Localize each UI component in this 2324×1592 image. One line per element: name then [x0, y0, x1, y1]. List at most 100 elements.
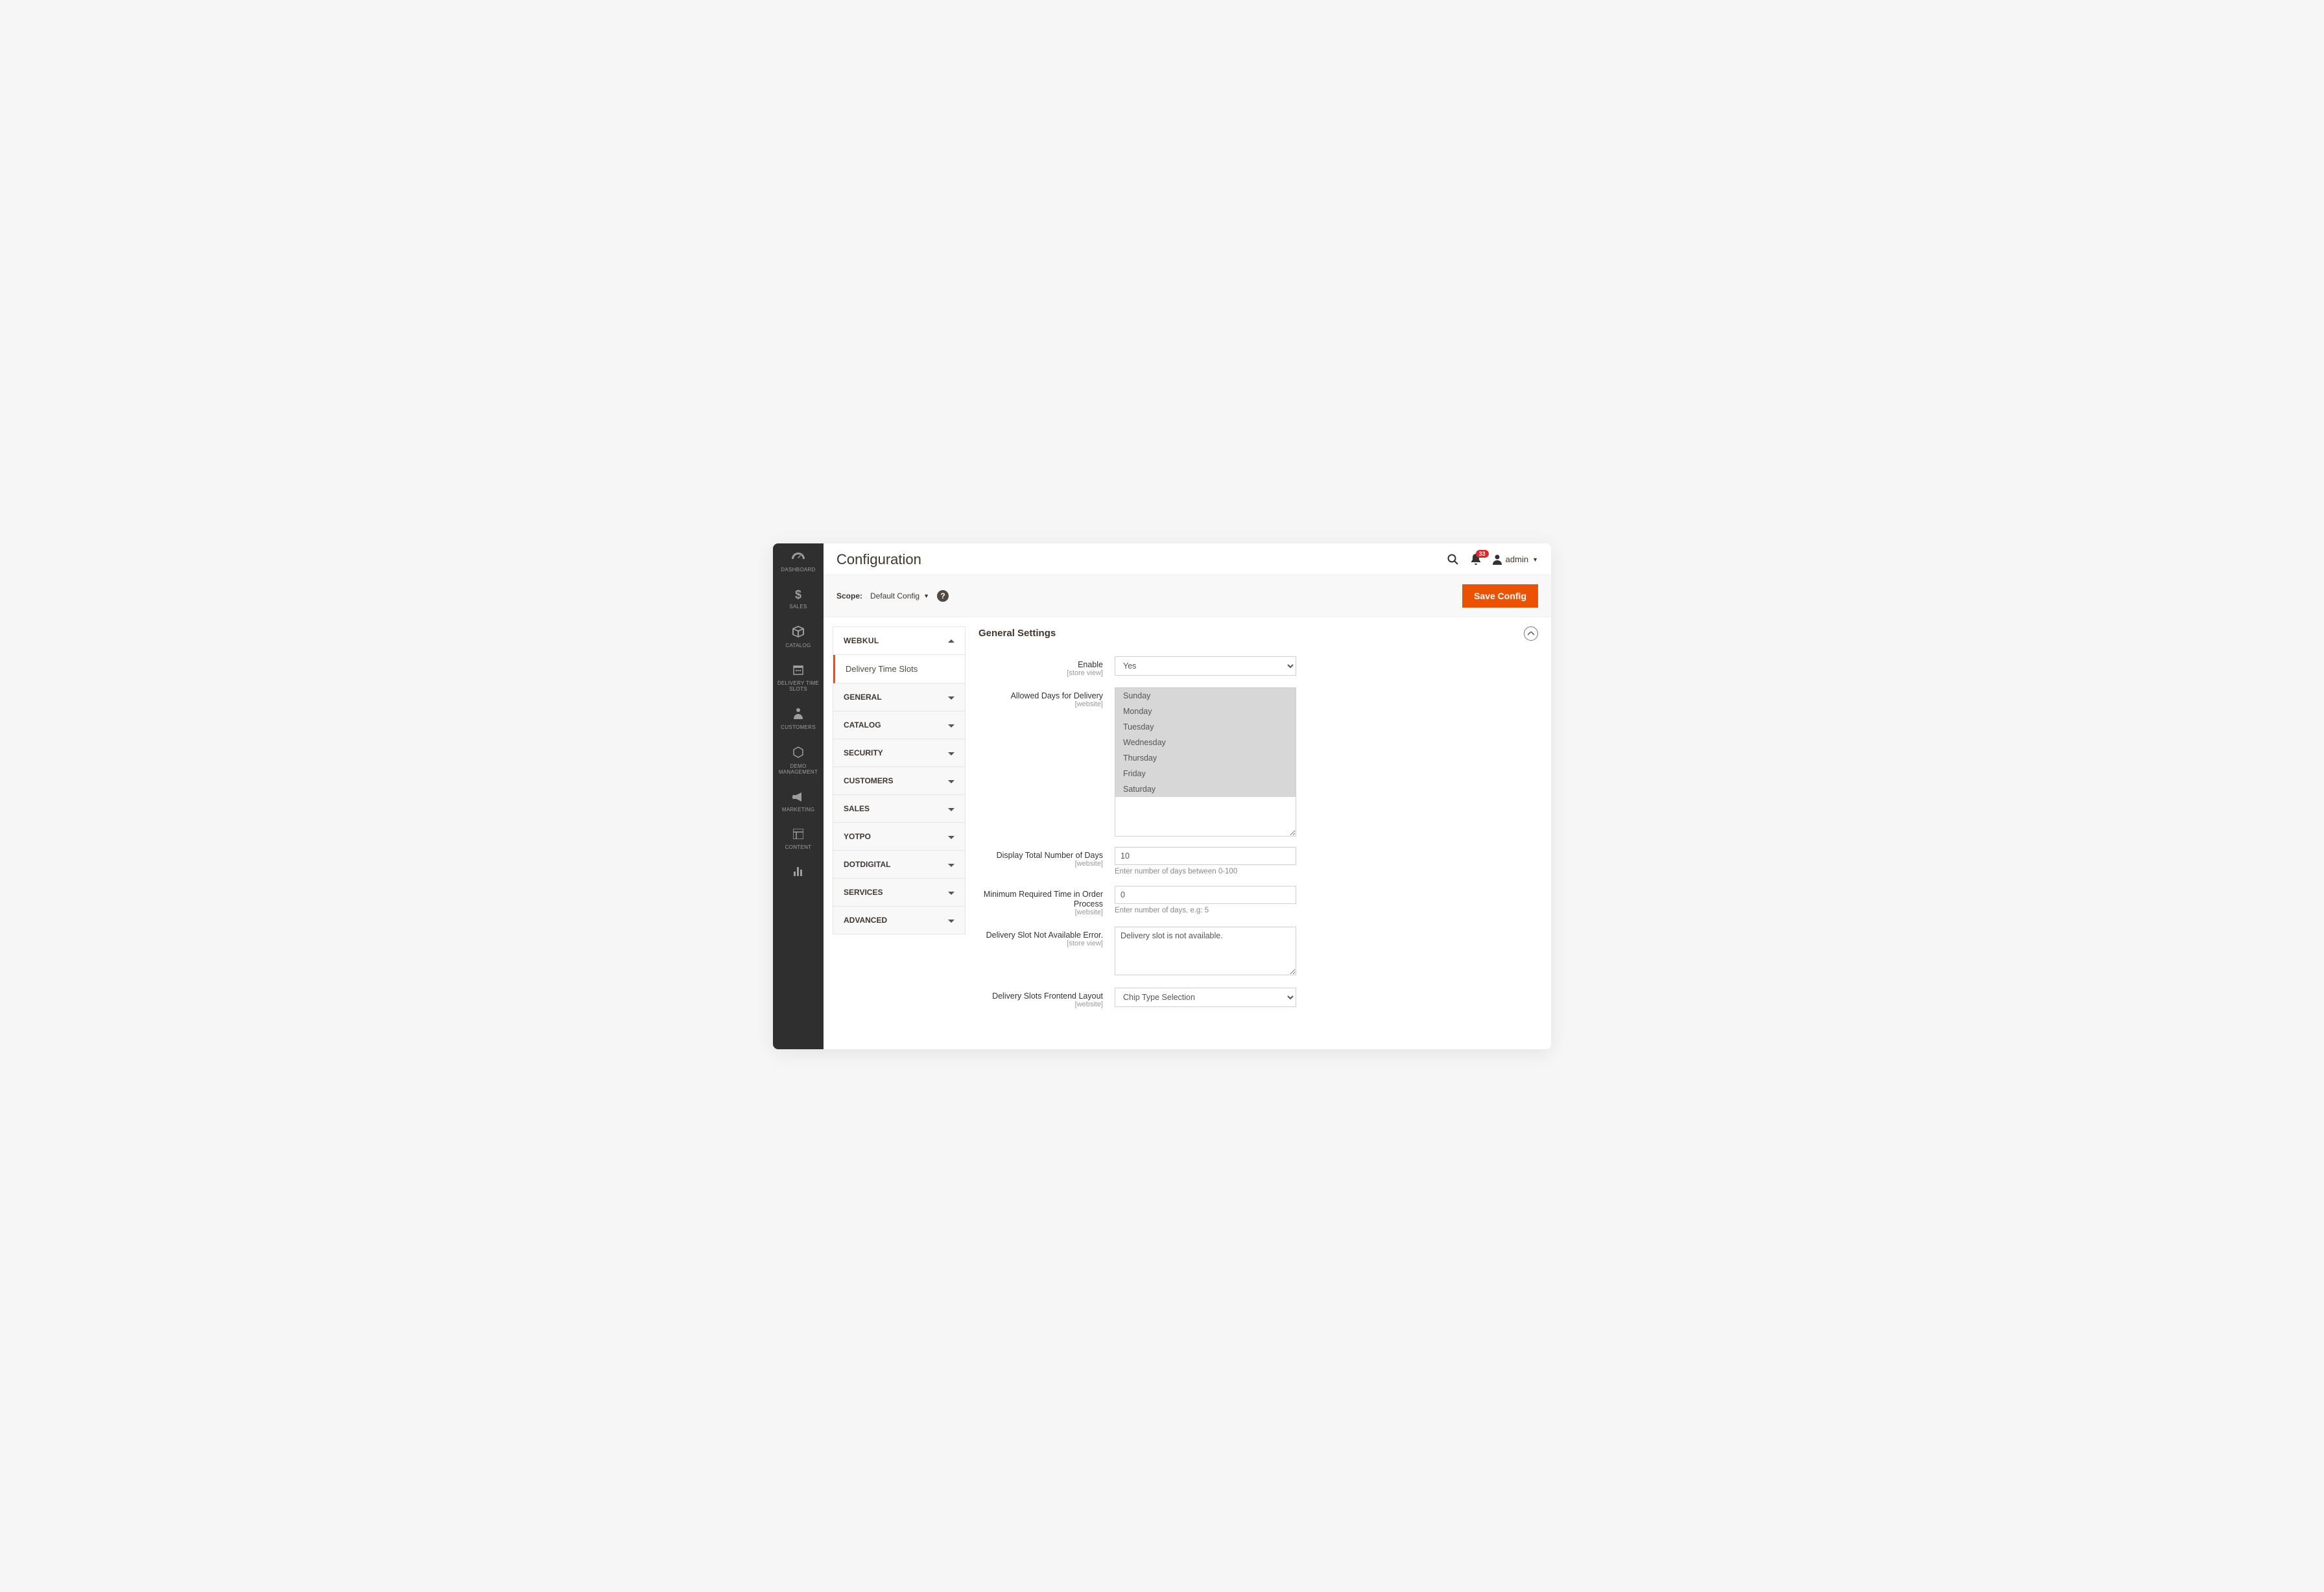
chevron-down-icon: ▼	[1532, 556, 1538, 563]
day-option[interactable]: Thursday	[1115, 750, 1296, 766]
field-label: Minimum Required Time in Order Process	[984, 890, 1103, 909]
scope-selector[interactable]: Default Config ▼	[870, 591, 929, 600]
field-control-col: Chip Type Selection	[1115, 988, 1296, 1007]
sidebar-item-sales[interactable]: $ SALES	[773, 580, 824, 618]
field-scope: [website]	[978, 1001, 1103, 1008]
field-label-col: Display Total Number of Days [website]	[978, 847, 1115, 868]
person-icon	[794, 707, 803, 722]
hexagon-icon	[792, 746, 804, 761]
notif-badge: 33	[1476, 550, 1489, 558]
chevron-down-icon	[948, 693, 954, 702]
sidebar-label: DELIVERY TIME SLOTS	[776, 681, 821, 693]
sidebar-item-catalog[interactable]: CATALOG	[773, 618, 824, 657]
sidebar-label: CATALOG	[785, 643, 811, 649]
day-option[interactable]: Sunday	[1115, 688, 1296, 704]
admin-sidebar: DASHBOARD $ SALES CATALOG DELIVERY TIME …	[773, 543, 824, 1049]
notifications-icon[interactable]: 33	[1471, 554, 1481, 565]
chevron-down-icon: ▼	[923, 593, 929, 599]
user-icon	[1493, 554, 1502, 565]
scope-value: Default Config	[870, 591, 919, 600]
tab-group-label: GENERAL	[844, 693, 882, 702]
chevron-down-icon	[948, 748, 954, 757]
tab-group-advanced[interactable]: ADVANCED	[833, 907, 965, 934]
field-control-col: Yes	[1115, 656, 1296, 676]
min-time-input[interactable]	[1115, 886, 1296, 904]
user-menu[interactable]: admin ▼	[1493, 554, 1538, 565]
sidebar-label: SALES	[789, 604, 807, 610]
tab-group-webkul[interactable]: WEBKUL	[833, 627, 965, 655]
sidebar-item-marketing[interactable]: MARKETING	[773, 783, 824, 821]
multiselect-whitespace	[1115, 797, 1296, 837]
field-control-col: Delivery slot is not available.	[1115, 927, 1296, 977]
field-label-col: Enable [store view]	[978, 656, 1115, 677]
field-control-col: Enter number of days between 0-100	[1115, 847, 1296, 875]
enable-select[interactable]: Yes	[1115, 656, 1296, 676]
tab-item-delivery-time-slots[interactable]: Delivery Time Slots	[833, 655, 965, 683]
tab-group-general[interactable]: GENERAL	[833, 683, 965, 711]
dollar-icon: $	[795, 588, 801, 602]
tab-group-dotdigital[interactable]: DOTDIGITAL	[833, 851, 965, 879]
sidebar-label: CONTENT	[785, 845, 812, 851]
tab-group-label: CATALOG	[844, 720, 881, 730]
day-option[interactable]: Wednesday	[1115, 735, 1296, 750]
na-error-textarea[interactable]: Delivery slot is not available.	[1115, 927, 1296, 975]
field-layout: Delivery Slots Frontend Layout [website]…	[978, 988, 1538, 1008]
field-label-col: Minimum Required Time in Order Process […	[978, 886, 1115, 916]
sidebar-item-delivery-time-slots[interactable]: DELIVERY TIME SLOTS	[773, 657, 824, 700]
day-option[interactable]: Tuesday	[1115, 719, 1296, 735]
tab-group-security[interactable]: SECURITY	[833, 739, 965, 767]
field-allowed-days: Allowed Days for Delivery [website] Sund…	[978, 687, 1538, 837]
tab-group-label: WEBKUL	[844, 636, 879, 645]
field-hint: Enter number of days, e.g: 5	[1115, 907, 1296, 914]
field-label-col: Delivery Slots Frontend Layout [website]	[978, 988, 1115, 1008]
field-scope: [store view]	[978, 940, 1103, 947]
collapse-icon[interactable]	[1524, 626, 1538, 641]
field-scope: [website]	[978, 909, 1103, 916]
tab-group-label: SERVICES	[844, 888, 883, 897]
sidebar-item-content[interactable]: CONTENT	[773, 821, 824, 859]
tab-group-sales[interactable]: SALES	[833, 795, 965, 823]
field-control-col: Enter number of days, e.g: 5	[1115, 886, 1296, 914]
sidebar-item-demo-management[interactable]: DEMO MANAGEMENT	[773, 739, 824, 783]
day-option[interactable]: Friday	[1115, 766, 1296, 781]
save-config-button[interactable]: Save Config	[1462, 584, 1538, 608]
field-enable: Enable [store view] Yes	[978, 656, 1538, 677]
tab-group-catalog[interactable]: CATALOG	[833, 711, 965, 739]
tab-group-customers[interactable]: CUSTOMERS	[833, 767, 965, 795]
tab-group-services[interactable]: SERVICES	[833, 879, 965, 907]
layout-select[interactable]: Chip Type Selection	[1115, 988, 1296, 1007]
header: Configuration 33 admin ▼	[824, 543, 1551, 575]
field-scope: [website]	[978, 700, 1103, 708]
total-days-input[interactable]	[1115, 847, 1296, 865]
field-na-error: Delivery Slot Not Available Error. [stor…	[978, 927, 1538, 977]
tab-group-label: SECURITY	[844, 748, 883, 757]
field-scope: [store view]	[978, 669, 1103, 677]
section-title: General Settings	[978, 628, 1056, 639]
tab-group-yotpo[interactable]: YOTPO	[833, 823, 965, 851]
bar-chart-icon	[793, 866, 803, 879]
help-icon[interactable]: ?	[937, 590, 949, 602]
sidebar-label: CUSTOMERS	[781, 725, 816, 731]
cube-icon	[792, 626, 804, 641]
field-label-col: Allowed Days for Delivery [website]	[978, 687, 1115, 708]
field-total-days: Display Total Number of Days [website] E…	[978, 847, 1538, 875]
field-label-col: Delivery Slot Not Available Error. [stor…	[978, 927, 1115, 947]
user-name: admin	[1506, 554, 1528, 564]
sidebar-item-reports[interactable]	[773, 858, 824, 890]
search-icon[interactable]	[1447, 554, 1459, 565]
tab-group-label: DOTDIGITAL	[844, 860, 890, 869]
chevron-up-icon	[948, 636, 954, 645]
main-panel: Configuration 33 admin ▼ Scope: Defau	[824, 543, 1551, 1049]
sidebar-item-customers[interactable]: CUSTOMERS	[773, 700, 824, 739]
megaphone-icon	[792, 791, 804, 805]
scope-bar: Scope: Default Config ▼ ? Save Config	[824, 575, 1551, 617]
field-control-col: Sunday Monday Tuesday Wednesday Thursday…	[1115, 687, 1296, 837]
chevron-down-icon	[948, 832, 954, 841]
layout-icon	[793, 829, 803, 842]
sidebar-item-dashboard[interactable]: DASHBOARD	[773, 543, 824, 581]
allowed-days-multiselect[interactable]: Sunday Monday Tuesday Wednesday Thursday…	[1115, 687, 1296, 837]
day-option[interactable]: Monday	[1115, 704, 1296, 719]
tab-group-label: CUSTOMERS	[844, 776, 893, 785]
day-option[interactable]: Saturday	[1115, 781, 1296, 797]
content-area: WEBKUL Delivery Time Slots GENERAL CATAL…	[824, 617, 1551, 1049]
